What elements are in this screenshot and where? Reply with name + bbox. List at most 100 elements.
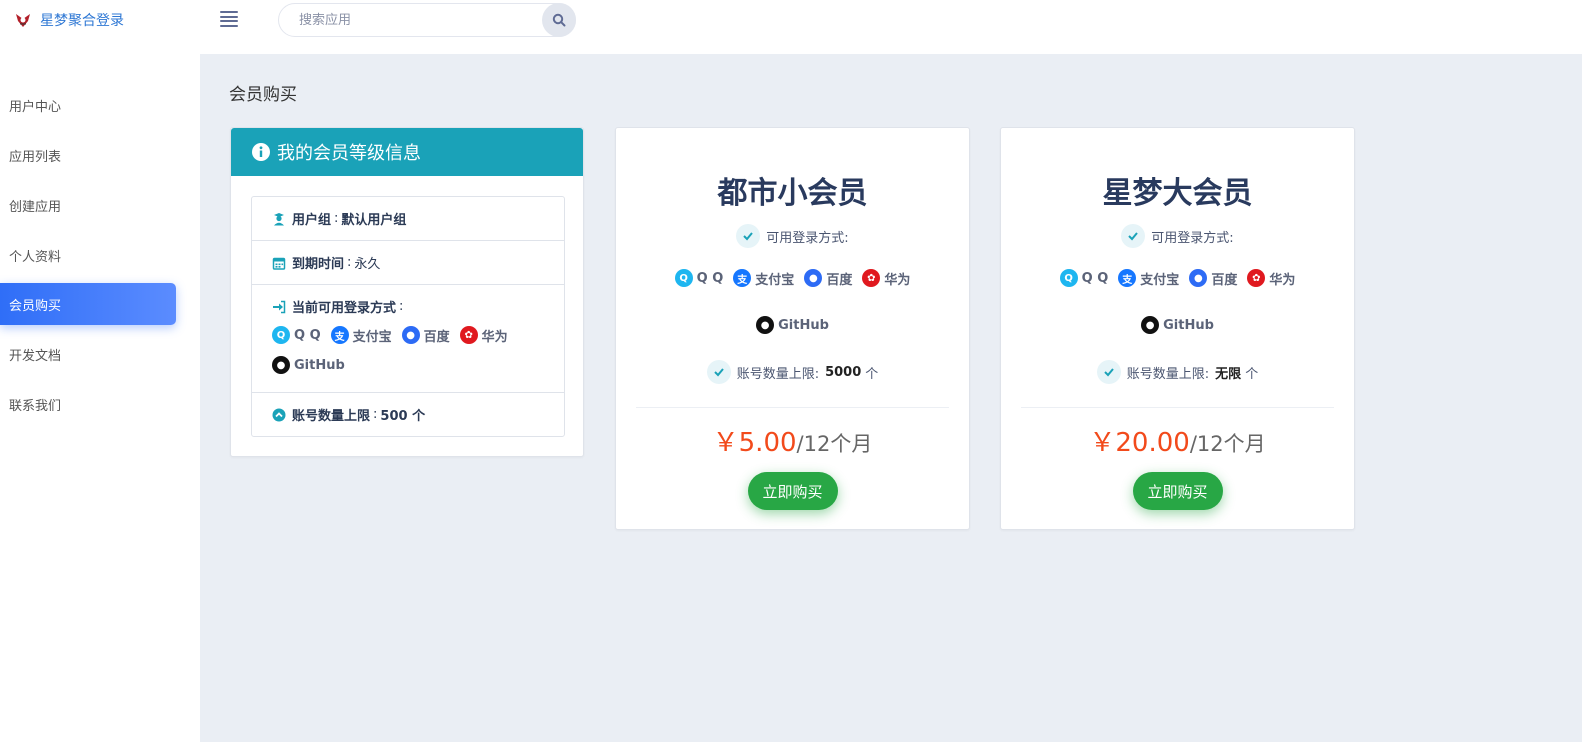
- search-input[interactable]: [279, 4, 541, 36]
- plan-methods-row: QQ Q 支支付宝 ● 百度 ✿ 华为: [616, 263, 969, 293]
- price-amount: ￥5.00: [712, 428, 797, 458]
- qq-icon: Q: [272, 326, 290, 344]
- github-icon: ●: [756, 316, 775, 334]
- membership-info-card: 我的会员等级信息 用户组: 默认用户组 到期时间: 永久 当前可用登录方式: QQ …: [230, 127, 584, 457]
- sidebar: 用户中心 应用列表 创建应用 个人资料 会员购买 开发文档 联系我们: [0, 54, 200, 742]
- plan-methods-row-2: ● GitHub: [1001, 310, 1354, 340]
- check-icon: [1096, 360, 1121, 384]
- sidebar-item-label: 应用列表: [9, 149, 62, 165]
- baidu-icon: ●: [401, 326, 420, 344]
- sidebar-item-label: 创建应用: [9, 199, 62, 215]
- sidebar-item-label: 联系我们: [9, 398, 62, 414]
- limit-label: 账号数量上限: [292, 409, 371, 424]
- method-huawei: ✿ 华为: [459, 320, 508, 350]
- info-list: 用户组: 默认用户组 到期时间: 永久 当前可用登录方式: QQ Q 支支付宝 ● 百…: [251, 196, 565, 437]
- methods-list: QQ Q 支支付宝 ● 百度 ✿ 华为 ● GitHub: [272, 320, 544, 380]
- plan-limit-line: 账号数量上限: 5000 个: [616, 360, 969, 384]
- menu-toggle-icon[interactable]: [220, 11, 238, 27]
- qq-icon: Q: [674, 269, 693, 287]
- sidebar-item-label: 开发文档: [9, 348, 62, 364]
- divider: [636, 407, 949, 408]
- huawei-icon: ✿: [1247, 269, 1266, 287]
- search-button[interactable]: [542, 3, 576, 37]
- limit-value: 500 个: [380, 409, 426, 424]
- search-box: [278, 3, 576, 37]
- plan-limit-value: 无限: [1215, 366, 1242, 382]
- method-qq: QQ Q: [674, 263, 723, 293]
- sidebar-item-docs[interactable]: 开发文档: [0, 333, 176, 375]
- group-value: 默认用户组: [341, 213, 407, 228]
- plan-limit-value: 5000: [825, 364, 862, 380]
- plan-price: ￥5.00/12个月: [616, 422, 969, 459]
- method-alipay: 支支付宝: [1118, 263, 1179, 293]
- plan-methods-label: 可用登录方式:: [766, 230, 849, 246]
- info-row-group: 用户组: 默认用户组: [252, 197, 564, 241]
- sign-in-icon: [273, 300, 286, 313]
- check-icon: [706, 360, 731, 384]
- methods-label: 当前可用登录方式: [292, 301, 397, 316]
- chevron-up-circle-icon: [272, 408, 286, 421]
- alipay-icon: 支: [733, 269, 752, 287]
- calendar-icon: [272, 257, 286, 270]
- plan-methods-line: 可用登录方式:: [1001, 224, 1354, 248]
- github-icon: ●: [272, 356, 290, 374]
- baidu-icon: ●: [1189, 269, 1208, 287]
- plan-limit-unit: 个: [1245, 366, 1259, 382]
- method-baidu: ● 百度: [401, 320, 450, 350]
- huawei-icon: ✿: [862, 269, 881, 287]
- method-qq: QQ Q: [1059, 263, 1108, 293]
- check-icon: [1121, 224, 1146, 248]
- plan-methods-label: 可用登录方式:: [1151, 230, 1234, 246]
- alipay-icon: 支: [330, 326, 349, 344]
- method-github: ● GitHub: [1141, 310, 1214, 340]
- brand-logo-icon: [14, 11, 32, 29]
- plan-limit-label: 账号数量上限:: [736, 366, 820, 382]
- plan-title: 星梦大会员: [1102, 176, 1253, 211]
- price-period: /12个月: [796, 432, 873, 456]
- info-row-expire: 到期时间: 永久: [252, 241, 564, 285]
- sidebar-item-label: 用户中心: [9, 99, 62, 115]
- method-alipay: 支支付宝: [733, 263, 794, 293]
- info-icon: [252, 143, 270, 161]
- brand[interactable]: 星梦聚合登录: [14, 10, 124, 30]
- sidebar-item-contact[interactable]: 联系我们: [0, 383, 176, 425]
- plan-limit-label: 账号数量上限:: [1126, 366, 1210, 382]
- method-alipay: 支支付宝: [330, 320, 392, 350]
- method-github: ● GitHub: [272, 350, 345, 380]
- info-card-header: 我的会员等级信息: [231, 128, 583, 176]
- price-amount: ￥20.00: [1089, 428, 1190, 458]
- sidebar-item-user-center[interactable]: 用户中心: [0, 84, 176, 126]
- method-baidu: ● 百度: [1189, 263, 1237, 293]
- page-title: 会员购买: [229, 85, 297, 105]
- info-row-methods: 当前可用登录方式: QQ Q 支支付宝 ● 百度 ✿ 华为 ● GitHub: [252, 285, 564, 393]
- check-icon: [736, 224, 761, 248]
- info-card-title: 我的会员等级信息: [277, 143, 421, 164]
- user-graduate-icon: [274, 212, 284, 225]
- qq-icon: Q: [1059, 269, 1078, 287]
- sidebar-item-label: 会员购买: [9, 298, 62, 314]
- plan-limit-line: 账号数量上限: 无限 个: [1001, 360, 1354, 384]
- plan-price: ￥20.00/12个月: [1001, 422, 1354, 459]
- buy-button[interactable]: 立即购买: [747, 472, 838, 510]
- group-label: 用户组: [292, 213, 332, 228]
- sidebar-item-profile[interactable]: 个人资料: [0, 234, 176, 276]
- method-huawei: ✿ 华为: [1247, 263, 1295, 293]
- plan-methods-line: 可用登录方式:: [616, 224, 969, 248]
- info-row-limit: 账号数量上限:500 个: [252, 393, 564, 436]
- method-qq: QQ Q: [272, 320, 321, 350]
- expire-label: 到期时间: [292, 257, 345, 272]
- sidebar-item-app-list[interactable]: 应用列表: [0, 134, 176, 176]
- sidebar-item-create-app[interactable]: 创建应用: [0, 184, 176, 226]
- top-header: 星梦聚合登录: [0, 0, 1582, 54]
- expire-value: 永久: [354, 257, 381, 272]
- sidebar-item-label: 个人资料: [9, 249, 62, 265]
- plan-card-premium: 星梦大会员 可用登录方式: QQ Q 支支付宝 ● 百度 ✿ 华为 ● GitHub …: [1000, 127, 1355, 530]
- method-huawei: ✿ 华为: [862, 263, 910, 293]
- price-period: /12个月: [1189, 432, 1266, 456]
- plan-methods-row-2: ● GitHub: [616, 310, 969, 340]
- sidebar-item-membership[interactable]: 会员购买: [0, 283, 176, 325]
- plan-title: 都市小会员: [717, 176, 868, 211]
- brand-name: 星梦聚合登录: [40, 13, 124, 29]
- buy-button[interactable]: 立即购买: [1132, 472, 1223, 510]
- plan-card-basic: 都市小会员 可用登录方式: QQ Q 支支付宝 ● 百度 ✿ 华为 ● GitHub …: [615, 127, 970, 530]
